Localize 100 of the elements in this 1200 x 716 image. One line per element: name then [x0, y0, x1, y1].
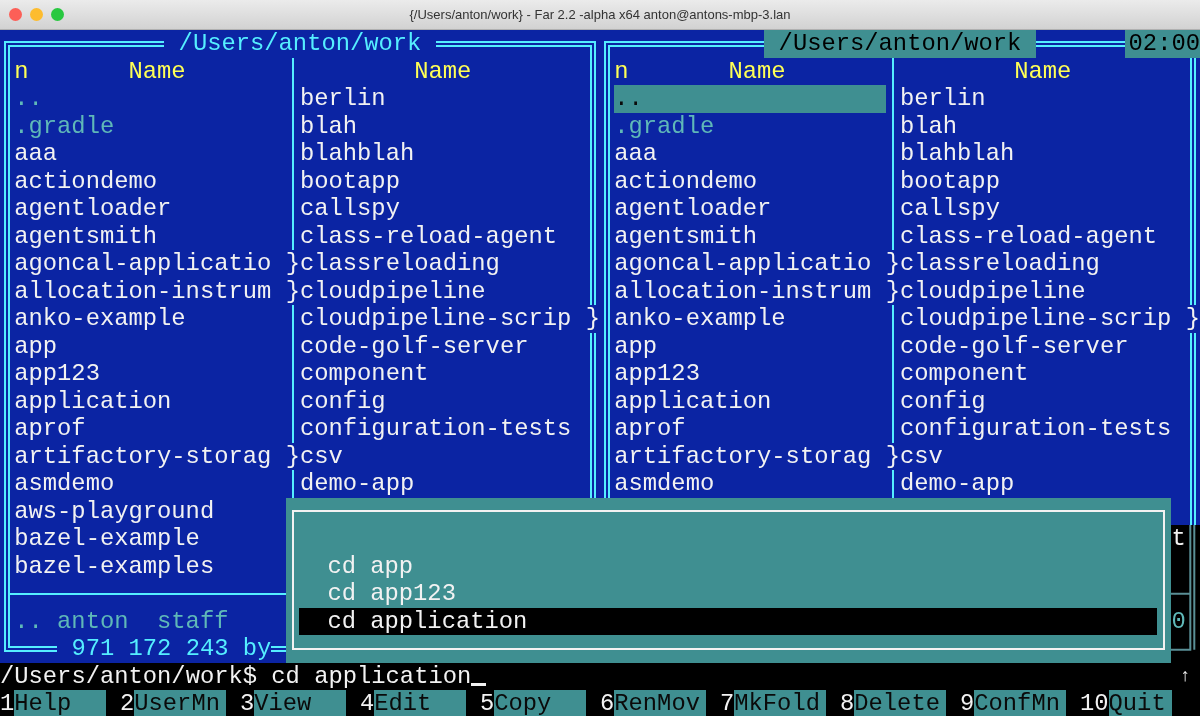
clock: 02:00	[1124, 30, 1200, 58]
file-name[interactable]: application	[14, 387, 286, 415]
panel-path: /Users/anton/work	[764, 30, 1036, 58]
file-name[interactable]: aprof	[14, 415, 286, 443]
key-number: 10	[1080, 690, 1109, 716]
scroll-mark: ↑	[1179, 664, 1192, 688]
file-name[interactable]: agentsmith	[614, 222, 886, 250]
file-name[interactable]: blahblah	[899, 140, 1186, 168]
file-name[interactable]: bazel-examples	[14, 552, 286, 580]
file-name[interactable]: code-golf-server	[899, 332, 1186, 360]
file-name[interactable]: agentloader	[14, 195, 286, 223]
file-name[interactable]: app	[14, 332, 286, 360]
file-name[interactable]: blahblah	[299, 140, 586, 168]
file-name[interactable]: classreloading	[899, 250, 1186, 278]
file-name[interactable]: agoncal-applicatio	[614, 250, 886, 278]
function-key[interactable]: RenMov	[614, 690, 706, 716]
overflow-mark: }	[285, 250, 300, 278]
function-key[interactable]: ConfMn	[974, 690, 1066, 716]
file-name[interactable]: config	[299, 387, 586, 415]
function-key[interactable]: Delete	[854, 690, 946, 716]
file-name[interactable]: artifactory-storag	[614, 442, 886, 470]
sort-mark: n	[614, 57, 629, 85]
file-name[interactable]: demo-app	[299, 470, 586, 498]
function-key[interactable]: View	[254, 690, 346, 716]
file-name[interactable]: asmdemo	[614, 470, 886, 498]
file-name[interactable]: cloudpipeline-scrip	[299, 305, 586, 333]
file-name[interactable]: actiondemo	[614, 167, 886, 195]
column-header: Name	[413, 57, 473, 85]
overflow-mark: }	[885, 442, 900, 470]
overflow-mark: }	[285, 277, 300, 305]
file-name[interactable]: demo-app	[899, 470, 1186, 498]
key-number: 5	[480, 690, 495, 716]
file-name[interactable]: aaa	[14, 140, 286, 168]
file-name[interactable]: bootapp	[899, 167, 1186, 195]
file-name[interactable]: class-reload-agent	[299, 222, 586, 250]
file-name[interactable]: configuration-tests	[899, 415, 1186, 443]
file-name[interactable]: aaa	[614, 140, 886, 168]
file-name[interactable]: cloudpipeline-scrip	[899, 305, 1186, 333]
file-name[interactable]: aprof	[614, 415, 886, 443]
file-name[interactable]: component	[299, 360, 586, 388]
key-number: 7	[720, 690, 735, 716]
file-name[interactable]: ..	[14, 85, 286, 113]
file-name[interactable]: configuration-tests	[299, 415, 586, 443]
file-name[interactable]: ..	[614, 85, 886, 113]
function-key[interactable]: Quit	[1108, 690, 1172, 716]
file-name[interactable]: .gradle	[614, 112, 886, 140]
file-name[interactable]: artifactory-storag	[14, 442, 286, 470]
key-number: 1	[0, 690, 15, 716]
file-name[interactable]: bazel-example	[14, 525, 286, 553]
file-name[interactable]: csv	[899, 442, 1186, 470]
file-name[interactable]: anko-example	[614, 305, 886, 333]
file-name[interactable]: app123	[614, 360, 886, 388]
overflow-mark: }	[885, 250, 900, 278]
file-name[interactable]: allocation-instrum	[614, 277, 886, 305]
minimize-button[interactable]	[30, 8, 43, 21]
info-fragment: 0	[1171, 607, 1186, 635]
file-name[interactable]: agentsmith	[14, 222, 286, 250]
file-name[interactable]: agentloader	[614, 195, 886, 223]
file-name[interactable]: app	[614, 332, 886, 360]
file-name[interactable]: asmdemo	[14, 470, 286, 498]
file-name[interactable]: bootapp	[299, 167, 586, 195]
sort-mark: n	[14, 57, 29, 85]
history-item[interactable]: cd application	[298, 607, 1158, 635]
file-name[interactable]: .gradle	[14, 112, 286, 140]
key-number: 4	[360, 690, 375, 716]
zoom-button[interactable]	[51, 8, 64, 21]
file-name[interactable]: blah	[899, 112, 1186, 140]
file-name[interactable]: cloudpipeline	[899, 277, 1186, 305]
file-name[interactable]: csv	[299, 442, 586, 470]
file-name[interactable]: cloudpipeline	[299, 277, 586, 305]
file-name[interactable]: app123	[14, 360, 286, 388]
file-name[interactable]: anko-example	[14, 305, 286, 333]
file-name[interactable]: berlin	[899, 85, 1186, 113]
file-name[interactable]: berlin	[299, 85, 586, 113]
overflow-mark: }	[285, 442, 300, 470]
file-name[interactable]: actiondemo	[14, 167, 286, 195]
file-name[interactable]: config	[899, 387, 1186, 415]
command-line[interactable]: /Users/anton/work$ cd application	[0, 662, 472, 690]
file-info: .. anton staff	[14, 607, 229, 635]
file-name[interactable]: component	[899, 360, 1186, 388]
file-name[interactable]: callspy	[899, 195, 1186, 223]
file-name[interactable]: code-golf-server	[299, 332, 586, 360]
overflow-mark: }	[885, 277, 900, 305]
key-number: 8	[840, 690, 855, 716]
close-button[interactable]	[9, 8, 22, 21]
file-name[interactable]: agoncal-applicatio	[14, 250, 286, 278]
function-key[interactable]: MkFold	[734, 690, 826, 716]
file-name[interactable]: class-reload-agent	[899, 222, 1186, 250]
function-key[interactable]: Edit	[374, 690, 466, 716]
file-name[interactable]: callspy	[299, 195, 586, 223]
function-key[interactable]: UserMn	[134, 690, 226, 716]
file-name[interactable]: aws-playground	[14, 497, 286, 525]
file-name[interactable]: blah	[299, 112, 586, 140]
key-number: 2	[120, 690, 135, 716]
column-header: Name	[727, 57, 787, 85]
file-name[interactable]: classreloading	[299, 250, 586, 278]
file-name[interactable]: allocation-instrum	[14, 277, 286, 305]
file-name[interactable]: application	[614, 387, 886, 415]
function-key[interactable]: Copy	[494, 690, 586, 716]
function-key[interactable]: Help	[14, 690, 106, 716]
